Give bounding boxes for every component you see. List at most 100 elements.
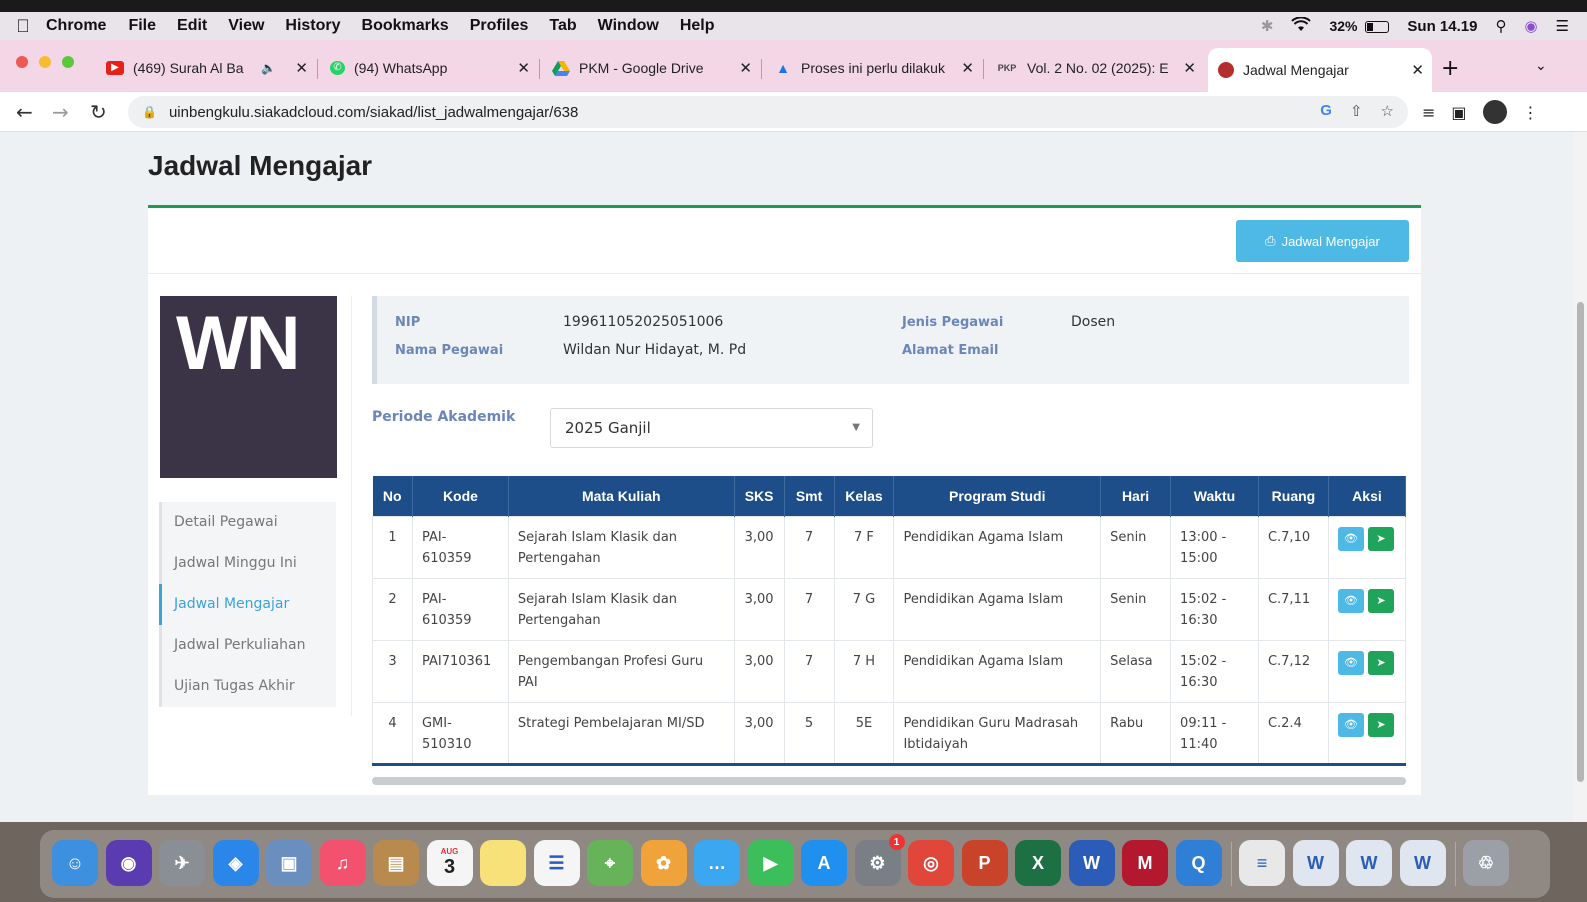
reading-list-icon[interactable]: ≡ xyxy=(1422,103,1435,122)
spotlight-search-icon[interactable]: ⚲ xyxy=(1495,17,1506,35)
menu-file[interactable]: File xyxy=(128,17,156,35)
facetime-icon[interactable]: ▶ xyxy=(747,840,794,886)
photos-icon[interactable]: ✿ xyxy=(640,840,687,886)
reload-icon[interactable]: ↻ xyxy=(90,100,107,124)
word-doc-icon[interactable]: W xyxy=(1399,840,1446,886)
sidemenu-jadwal-minggu-ini[interactable]: Jadwal Minggu Ini xyxy=(159,543,336,584)
sidemenu-jadwal-perkuliahan[interactable]: Jadwal Perkuliahan xyxy=(159,625,336,666)
preview-icon[interactable]: ▣ xyxy=(266,840,312,886)
trash-icon[interactable]: ♲ xyxy=(1463,840,1509,886)
apple-menu-icon[interactable]:  xyxy=(0,16,46,37)
music-icon[interactable]: ♫ xyxy=(319,840,366,886)
back-arrow-icon[interactable]: ← xyxy=(16,100,33,124)
close-tab-icon[interactable]: ✕ xyxy=(517,59,530,77)
tab-jadwal-mengajar[interactable]: Jadwal Mengajar ✕ xyxy=(1208,48,1432,92)
view-eye-icon[interactable]: 👁 xyxy=(1337,712,1364,737)
table-horizontal-scrollbar[interactable] xyxy=(372,777,1406,785)
system-preferences-icon[interactable]: ⚙ 1 xyxy=(854,834,905,886)
menu-tab[interactable]: Tab xyxy=(549,17,576,35)
control-center-icon[interactable]: ☰ xyxy=(1556,17,1569,35)
th-waktu[interactable]: Waktu xyxy=(1170,476,1259,516)
page-scrollbar-track[interactable] xyxy=(1573,132,1587,822)
sidemenu-jadwal-mengajar[interactable]: Jadwal Mengajar xyxy=(159,584,336,625)
view-eye-icon[interactable]: 👁 xyxy=(1337,588,1364,613)
th-mata-kuliah[interactable]: Mata Kuliah xyxy=(508,476,735,516)
messages-icon[interactable]: … xyxy=(694,840,740,886)
close-window-button[interactable] xyxy=(16,56,28,68)
clock[interactable]: Sun 14.19 xyxy=(1407,18,1477,35)
tab-search-chevron-icon[interactable]: ⌄ xyxy=(1535,58,1547,74)
quicktime-icon[interactable]: Q xyxy=(1175,840,1222,886)
th-hari[interactable]: Hari xyxy=(1100,476,1172,516)
chrome-icon[interactable]: ◎ xyxy=(908,840,954,886)
th-smt[interactable]: Smt xyxy=(784,476,835,516)
sidemenu-detail-pegawai[interactable]: Detail Pegawai xyxy=(159,502,336,543)
tab-proses[interactable]: ▲ Proses ini perlu dilakuk ✕ xyxy=(764,50,984,86)
word-icon[interactable]: W xyxy=(1068,840,1115,886)
document-icon[interactable]: ≡ xyxy=(1239,840,1285,886)
wifi-icon[interactable] xyxy=(1291,15,1312,36)
goto-arrow-icon[interactable]: ➤ xyxy=(1367,588,1394,613)
menu-help[interactable]: Help xyxy=(680,17,715,35)
print-jadwal-button[interactable]: ⎙ Jadwal Mengajar xyxy=(1236,220,1409,262)
finder-icon[interactable]: ☺ xyxy=(52,840,98,886)
lock-icon[interactable]: 🔒 xyxy=(142,105,157,119)
menu-edit[interactable]: Edit xyxy=(177,17,207,35)
th-program-studi[interactable]: Program Studi xyxy=(893,476,1102,516)
goto-arrow-icon[interactable]: ➤ xyxy=(1367,650,1394,675)
view-eye-icon[interactable]: 👁 xyxy=(1337,650,1364,675)
maps-icon[interactable]: ⌖ xyxy=(587,840,633,886)
excel-icon[interactable]: X xyxy=(1015,840,1061,886)
battery-status[interactable]: 32% xyxy=(1329,18,1390,34)
calendar-icon[interactable]: AUG 3 xyxy=(426,840,473,886)
close-tab-icon[interactable]: ✕ xyxy=(961,59,974,77)
bluetooth-icon[interactable]: ✱ xyxy=(1261,17,1274,35)
speaker-icon[interactable]: 🔈 xyxy=(261,61,276,75)
address-bar[interactable]: 🔒 uinbengkulu.siakadcloud.com/siakad/lis… xyxy=(128,96,1408,128)
reminders-icon[interactable]: ☰ xyxy=(533,840,580,886)
new-tab-plus-icon[interactable]: + xyxy=(1441,56,1459,81)
menu-bookmarks[interactable]: Bookmarks xyxy=(362,17,449,35)
menu-window[interactable]: Window xyxy=(598,17,659,35)
periode-select[interactable]: 2025 Ganjil ▼ xyxy=(550,408,873,448)
close-tab-icon[interactable]: ✕ xyxy=(1411,61,1424,79)
th-kelas[interactable]: Kelas xyxy=(834,476,895,516)
word-doc-icon[interactable]: W xyxy=(1346,840,1392,886)
word-doc-icon[interactable]: W xyxy=(1292,840,1339,886)
share-icon[interactable]: ⇧ xyxy=(1350,102,1363,120)
url-text[interactable]: uinbengkulu.siakadcloud.com/siakad/list_… xyxy=(169,104,578,121)
th-no[interactable]: No xyxy=(372,476,413,516)
app-store-icon[interactable]: A xyxy=(801,840,847,886)
page-scrollbar-thumb[interactable] xyxy=(1577,302,1584,782)
forward-arrow-icon[interactable]: → xyxy=(52,100,69,124)
th-ruang[interactable]: Ruang xyxy=(1258,476,1329,516)
mendeley-icon[interactable]: M xyxy=(1122,840,1168,886)
th-sks[interactable]: SKS xyxy=(734,476,785,516)
profile-avatar[interactable] xyxy=(1482,100,1507,124)
siri-menu-icon[interactable]: ◉ xyxy=(1524,17,1537,35)
menu-view[interactable]: View xyxy=(228,17,264,35)
tab-google-drive[interactable]: PKM - Google Drive ✕ xyxy=(542,50,762,86)
siri-icon[interactable]: ◉ xyxy=(105,840,152,886)
notes-icon[interactable] xyxy=(480,840,526,886)
more-menu-icon[interactable]: ⋮ xyxy=(1523,103,1539,122)
tab-journal[interactable]: PKP Vol. 2 No. 02 (2025): E ✕ xyxy=(986,50,1204,86)
tab-youtube[interactable]: ▶ (469) Surah Al Ba 🔈 ✕ xyxy=(96,50,318,86)
goto-arrow-icon[interactable]: ➤ xyxy=(1367,526,1394,551)
safari-icon[interactable]: ◈ xyxy=(212,840,259,886)
google-icon[interactable]: G xyxy=(1320,102,1332,120)
menu-profiles[interactable]: Profiles xyxy=(470,17,529,35)
powerpoint-icon[interactable]: P xyxy=(961,840,1008,886)
side-panel-icon[interactable]: ▣ xyxy=(1451,103,1466,122)
menu-history[interactable]: History xyxy=(285,17,340,35)
close-tab-icon[interactable]: ✕ xyxy=(739,59,752,77)
view-eye-icon[interactable]: 👁 xyxy=(1337,526,1364,551)
zoom-window-button[interactable] xyxy=(62,56,74,68)
close-tab-icon[interactable]: ✕ xyxy=(295,59,308,77)
sidemenu-ujian-tugas-akhir[interactable]: Ujian Tugas Akhir xyxy=(159,666,336,707)
launchpad-icon[interactable]: ✈ xyxy=(159,840,205,886)
close-tab-icon[interactable]: ✕ xyxy=(1183,59,1196,77)
goto-arrow-icon[interactable]: ➤ xyxy=(1367,712,1394,737)
minimize-window-button[interactable] xyxy=(39,56,51,68)
menu-app-name[interactable]: Chrome xyxy=(46,17,106,35)
